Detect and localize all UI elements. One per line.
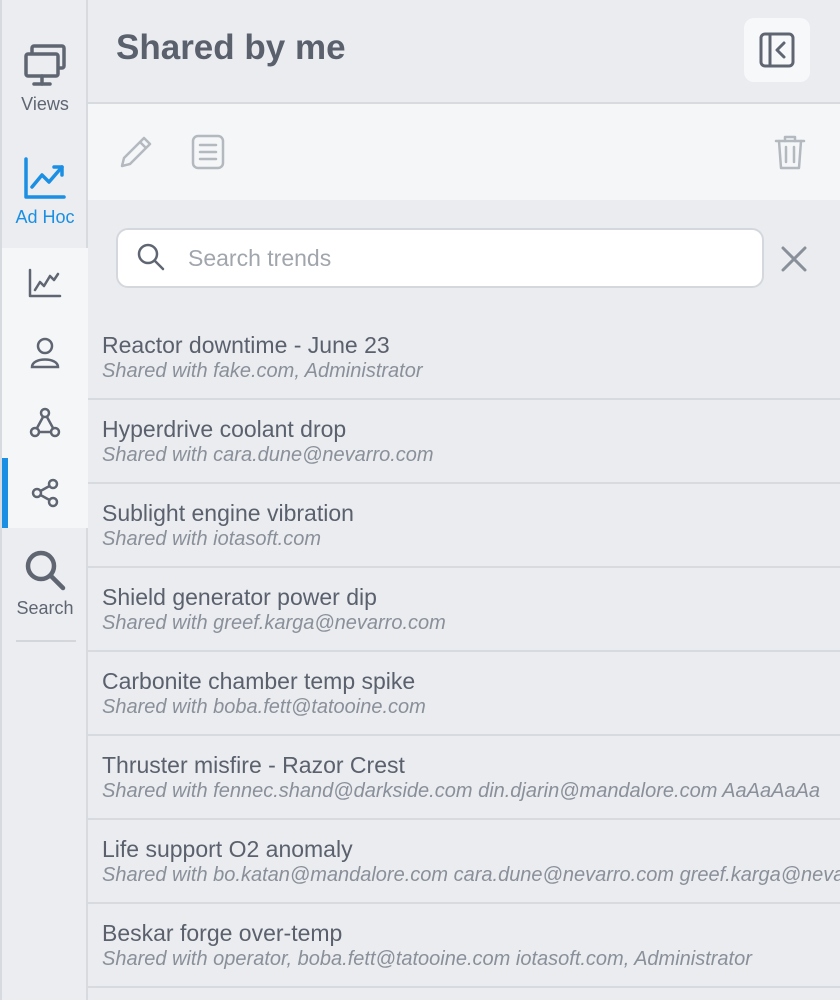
list-item[interactable]: Sublight engine vibration Shared with io… [88, 484, 840, 568]
sidebar: Views Ad Hoc Search [0, 0, 88, 1000]
item-shared-with: Shared with cara.dune@nevarro.com [102, 444, 434, 466]
trend-chart-icon [24, 157, 66, 199]
app: Views Ad Hoc Search Shared by me Search … [0, 0, 840, 1000]
network-icon [29, 407, 61, 438]
search-input[interactable] [188, 240, 748, 276]
list-item[interactable]: Life support O2 anomaly Shared with bo.k… [88, 820, 840, 904]
sidebar-divider [16, 640, 76, 642]
page-title: Shared by me [116, 28, 346, 67]
item-title: Thruster misfire - Razor Crest [102, 752, 405, 778]
shared-trends-list: Reactor downtime - June 23 Shared with f… [88, 316, 840, 988]
item-shared-with: Shared with boba.fett@tatooine.com [102, 696, 426, 718]
item-shared-with: Shared with bo.katan@mandalore.com cara.… [102, 864, 840, 886]
user-icon [30, 337, 60, 369]
nav-adhoc-label: Ad Hoc [15, 207, 75, 227]
list-item[interactable]: Thruster misfire - Razor Crest Shared wi… [88, 736, 840, 820]
item-title: Hyperdrive coolant drop [102, 416, 347, 442]
nav-search[interactable]: Search [2, 548, 88, 638]
subnav-network[interactable] [2, 388, 88, 458]
list-item[interactable]: Reactor downtime - June 23 Shared with f… [88, 316, 840, 400]
item-shared-with: Shared with greef.karga@nevarro.com [102, 612, 446, 634]
item-shared-with: Shared with iotasoft.com [102, 528, 321, 550]
search-box [116, 228, 764, 288]
pencil-icon [120, 136, 152, 168]
collapse-panel-icon [759, 32, 795, 68]
share-icon [31, 478, 59, 508]
toolbar [88, 104, 840, 200]
nav-adhoc[interactable]: Ad Hoc [2, 155, 88, 245]
list-item[interactable]: Shield generator power dip Shared with g… [88, 568, 840, 652]
item-title: Sublight engine vibration [102, 500, 354, 526]
list-item[interactable]: Hyperdrive coolant drop Shared with cara… [88, 400, 840, 484]
item-shared-with: Shared with fennec.shand@darkside.com di… [102, 780, 821, 802]
line-chart-icon [28, 268, 62, 298]
nav-views-label: Views [21, 94, 69, 114]
monitor-icon [24, 44, 66, 86]
list-item[interactable]: Beskar forge over-temp Shared with opera… [88, 904, 840, 988]
close-icon [781, 246, 807, 272]
list-item[interactable]: Carbonite chamber temp spike Shared with… [88, 652, 840, 736]
collapse-panel-button[interactable] [744, 18, 810, 82]
item-title: Reactor downtime - June 23 [102, 332, 390, 358]
delete-button[interactable] [770, 132, 810, 172]
item-shared-with: Shared with operator, boba.fett@tatooine… [102, 948, 752, 970]
document-icon [191, 134, 225, 170]
main-panel: Shared by me Search trends Reactor downt… [88, 0, 840, 1000]
edit-button[interactable] [116, 132, 156, 172]
subnav-trends[interactable] [2, 248, 88, 318]
item-shared-with: Shared with fake.com, Administrator [102, 360, 423, 382]
clear-search-button[interactable] [778, 243, 810, 275]
search-icon [137, 243, 165, 271]
nav-views[interactable]: Views [2, 42, 88, 132]
trash-icon [774, 135, 806, 170]
nav-search-label: Search [16, 598, 74, 618]
details-button[interactable] [188, 132, 228, 172]
item-title: Life support O2 anomaly [102, 836, 353, 862]
item-title: Shield generator power dip [102, 584, 377, 610]
subnav-shared[interactable] [2, 458, 88, 528]
subnav-user[interactable] [2, 318, 88, 388]
item-title: Beskar forge over-temp [102, 920, 343, 946]
header: Shared by me [88, 0, 840, 104]
search-icon [25, 550, 66, 591]
item-title: Carbonite chamber temp spike [102, 668, 416, 694]
adhoc-subnav [2, 248, 88, 528]
